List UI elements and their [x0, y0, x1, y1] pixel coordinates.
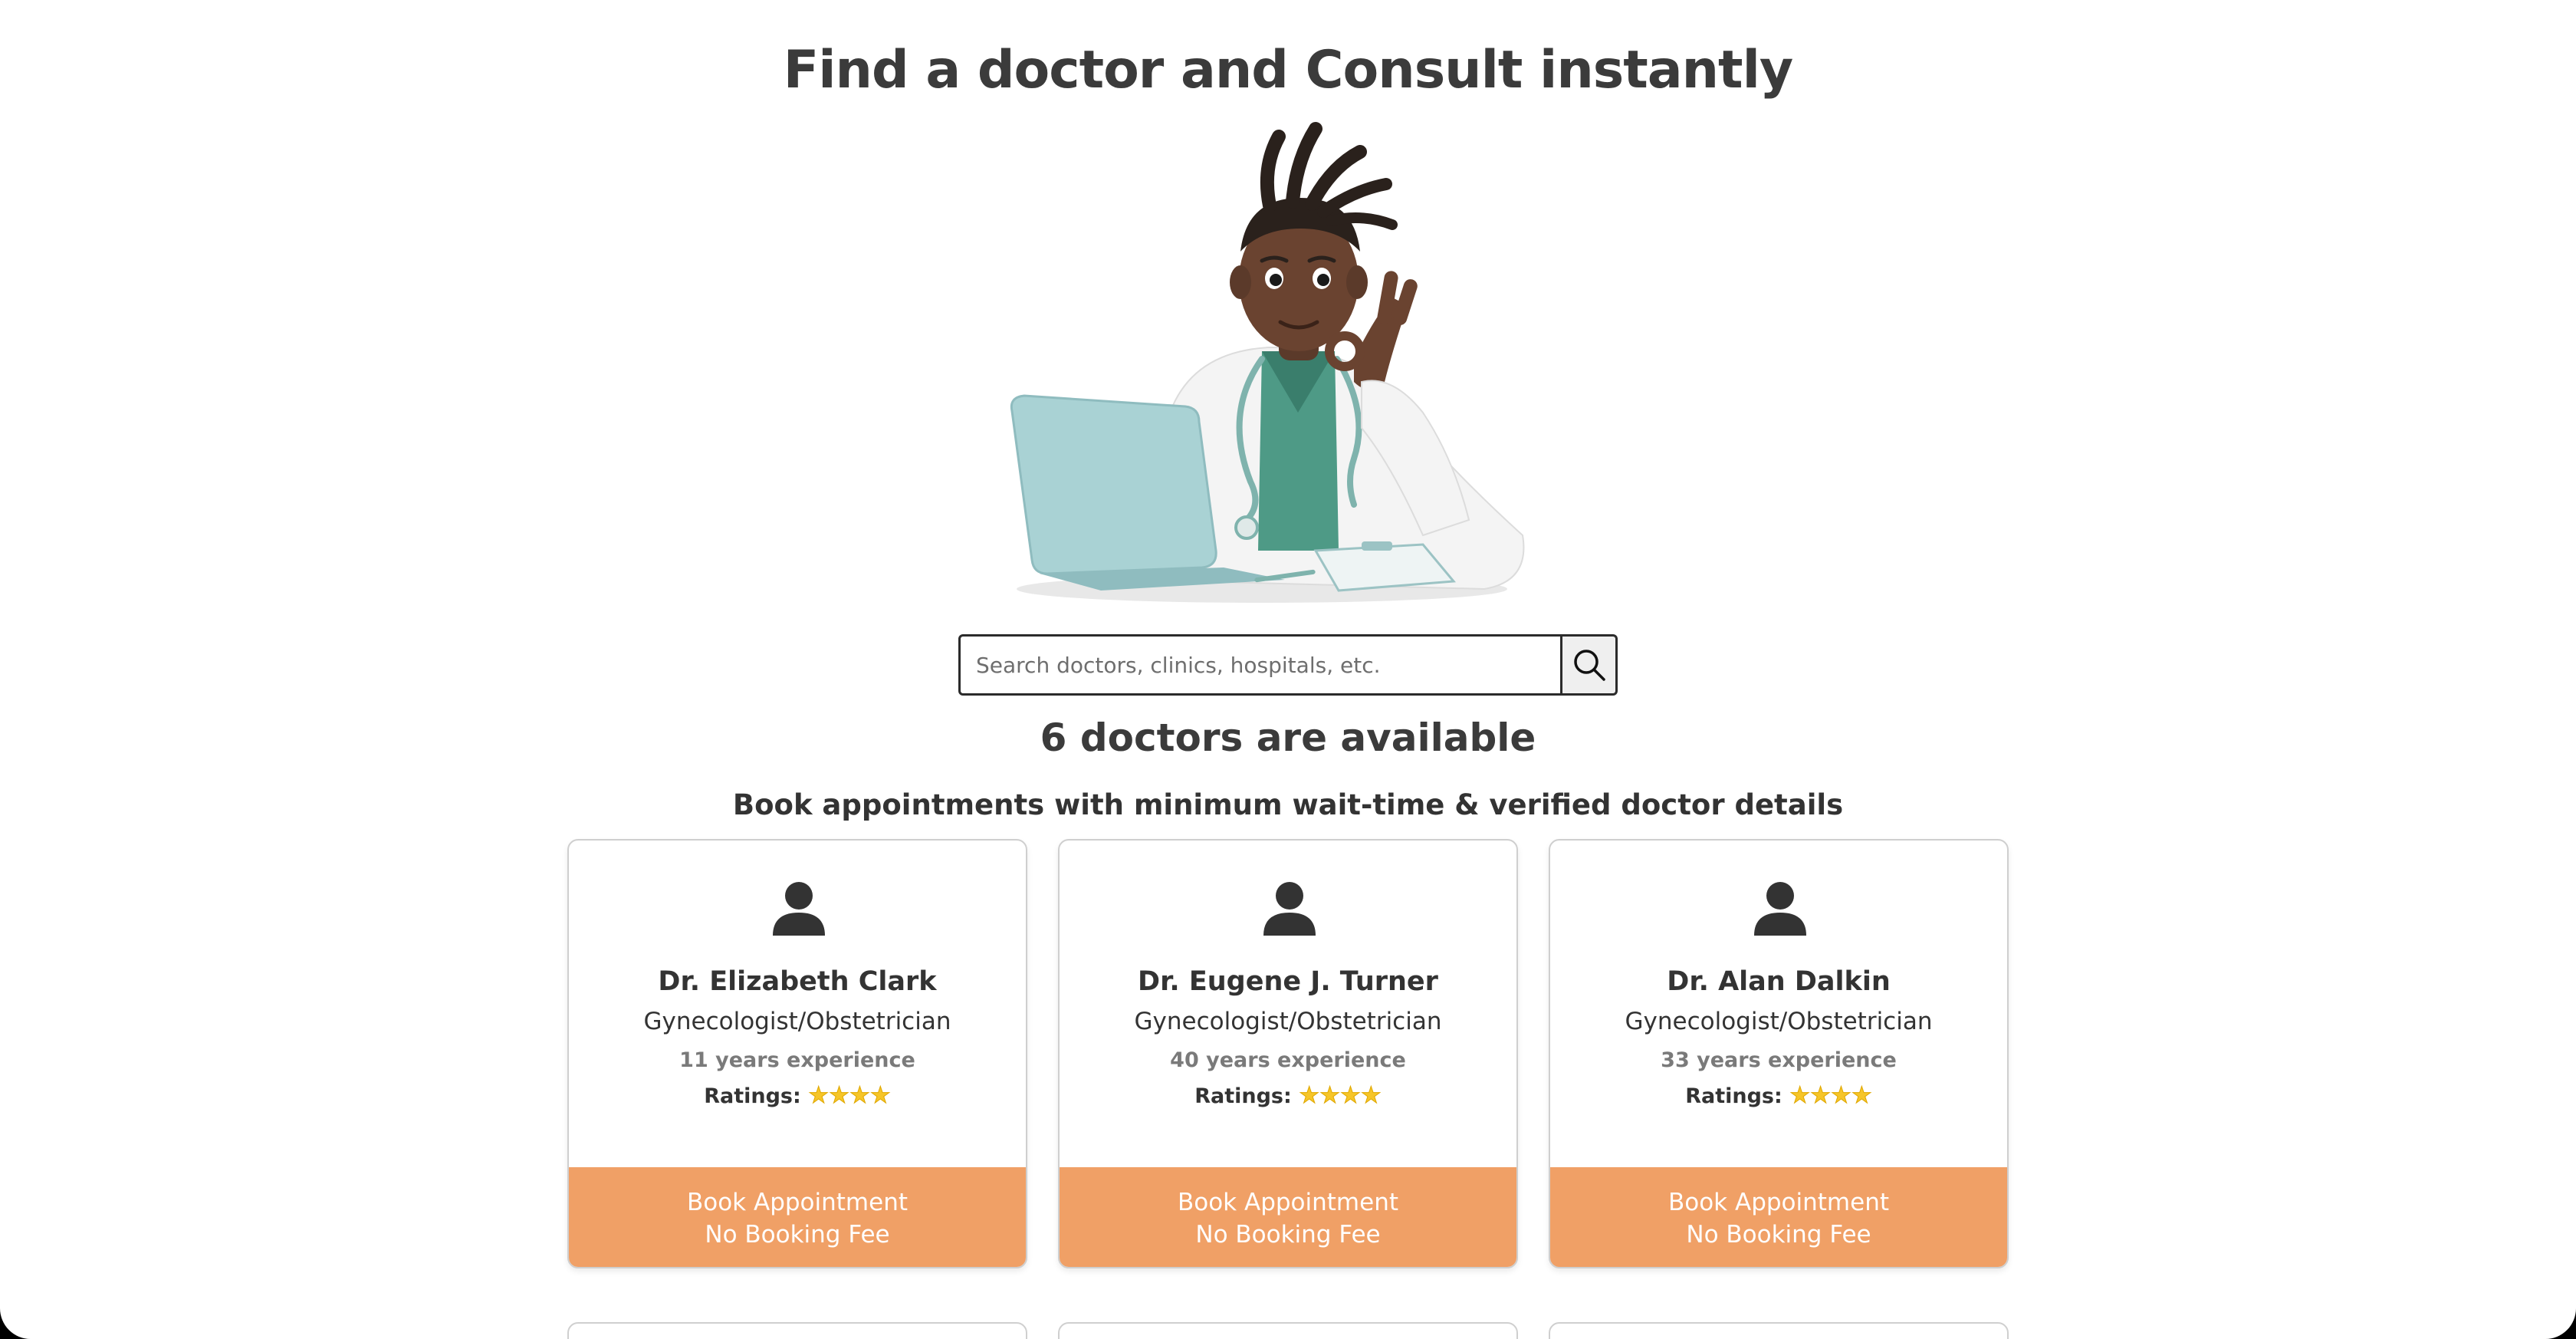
doctor-card: Dr. Elizabeth Clark Gynecologist/Obstetr… [567, 839, 1027, 1268]
book-button-label: Book Appointment [1668, 1189, 1890, 1216]
doctor-experience: 11 years experience [679, 1048, 915, 1072]
doctor-specialty: Gynecologist/Obstetrician [1134, 1008, 1442, 1035]
doctor-card-partial [1549, 1322, 2009, 1339]
doctor-experience: 33 years experience [1661, 1048, 1897, 1072]
doctor-name: Dr. Elizabeth Clark [658, 966, 937, 997]
doctor-specialty: Gynecologist/Obstetrician [1625, 1008, 1933, 1035]
doctor-name: Dr. Eugene J. Turner [1138, 966, 1438, 997]
doctor-card-partial [1058, 1322, 1518, 1339]
results-subtitle: Book appointments with minimum wait-time… [732, 788, 1844, 821]
book-button-sublabel: No Booking Fee [705, 1221, 890, 1249]
doctor-rating: Ratings: ★★★★ [1550, 1080, 2007, 1113]
book-appointment-button[interactable]: Book Appointment No Booking Fee [569, 1167, 1026, 1267]
star-icons: ★★★★ [808, 1082, 892, 1110]
doctor-card-partial [567, 1322, 1027, 1339]
book-appointment-button[interactable]: Book Appointment No Booking Fee [1550, 1167, 2007, 1267]
doctor-rating: Ratings: ★★★★ [1060, 1080, 1516, 1113]
page-title: Find a doctor and Consult instantly [783, 40, 1793, 100]
doctor-card: Dr. Eugene J. Turner Gynecologist/Obstet… [1058, 839, 1518, 1268]
book-button-sublabel: No Booking Fee [1686, 1221, 1871, 1249]
search-button[interactable] [1562, 634, 1618, 696]
ratings-label: Ratings: [704, 1084, 801, 1108]
doctor-experience: 40 years experience [1170, 1048, 1406, 1072]
doctor-illustration [1010, 122, 1525, 603]
search-bar [958, 634, 1618, 696]
search-icon [1573, 650, 1605, 681]
book-button-sublabel: No Booking Fee [1195, 1221, 1381, 1249]
star-icons: ★★★★ [1789, 1082, 1873, 1110]
ratings-label: Ratings: [1685, 1084, 1783, 1108]
doctor-specialty: Gynecologist/Obstetrician [643, 1008, 951, 1035]
star-icons: ★★★★ [1299, 1082, 1382, 1110]
page: Find a doctor and Consult instantly Sear… [0, 0, 2576, 1339]
book-button-label: Book Appointment [686, 1189, 909, 1216]
doctor-name: Dr. Alan Dalkin [1667, 966, 1891, 997]
doctor-card: Dr. Alan Dalkin Gynecologist/Obstetricia… [1549, 839, 2009, 1268]
user-icon [1263, 882, 1316, 936]
search-input[interactable] [958, 634, 1562, 696]
doctor-rating: Ratings: ★★★★ [569, 1080, 1026, 1113]
doctor-count: 6 doctors are available [1040, 716, 1536, 760]
book-appointment-button[interactable]: Book Appointment No Booking Fee [1060, 1167, 1516, 1267]
user-icon [773, 882, 825, 936]
user-icon [1754, 882, 1806, 936]
book-button-label: Book Appointment [1177, 1189, 1399, 1216]
ratings-label: Ratings: [1194, 1084, 1292, 1108]
